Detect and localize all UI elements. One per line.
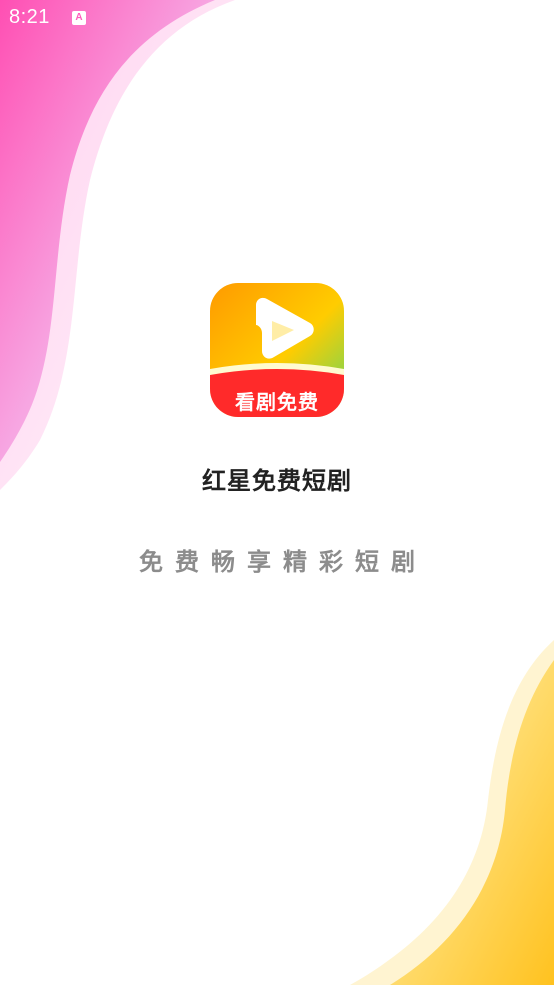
app-logo: 看剧免费	[210, 283, 344, 417]
logo-caption: 看剧免费	[235, 390, 319, 414]
app-slogan: 免费畅享精彩短剧	[139, 548, 427, 576]
notification-icon: A	[72, 11, 86, 25]
status-bar: 8:21 A	[0, 0, 554, 38]
app-name: 红星免费短剧	[202, 467, 352, 495]
status-time: 8:21	[9, 6, 50, 28]
